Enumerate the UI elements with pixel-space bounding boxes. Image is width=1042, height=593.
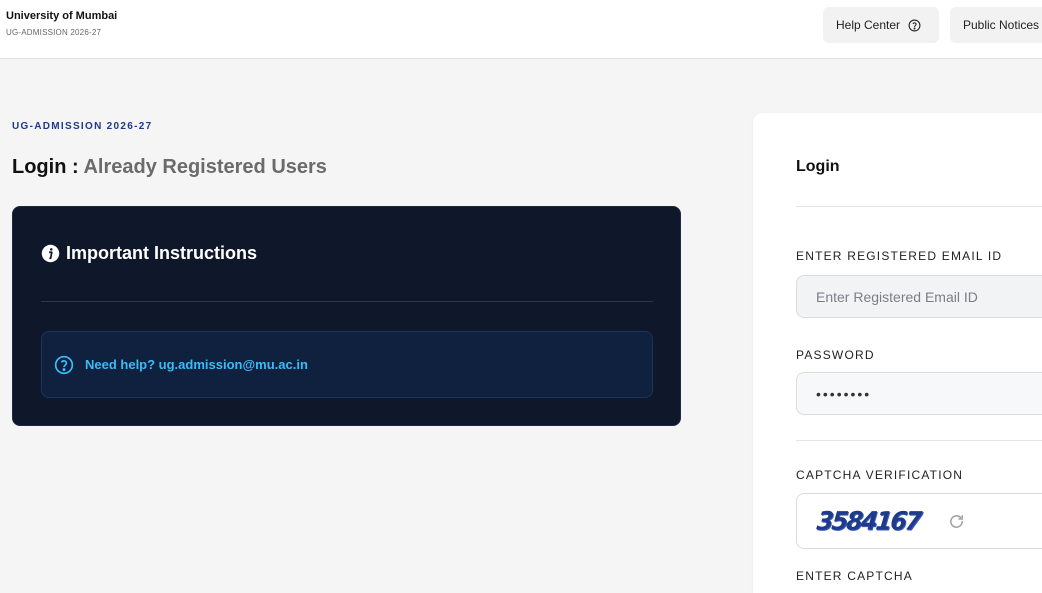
email-label: ENTER REGISTERED EMAIL ID [796,249,1003,263]
refresh-icon [949,514,963,528]
captcha-box: 3584167 [796,493,1042,549]
password-input[interactable] [796,372,1042,415]
login-divider-middle [796,440,1042,441]
captcha-refresh-button[interactable] [948,513,965,530]
question-circle-icon [908,19,921,31]
login-title: Login [796,158,840,175]
email-input[interactable] [796,275,1042,318]
info-icon [41,244,60,263]
instructions-heading-text: Important Instructions [66,243,258,263]
page-title: Login : Already Registered Users [12,156,327,179]
help-box: Need help? ug.admission@mu.ac.in [41,331,653,398]
captcha-image: 3584167 [815,506,922,536]
section-label: UG-ADMISSION 2026-27 [12,121,153,132]
public-notices-label: Public Notices [963,18,1040,32]
top-header: University of Mumbai UG-ADMISSION 2026-2… [0,0,1042,59]
captcha-label: CAPTCHA VERIFICATION [796,468,964,482]
help-email-link[interactable]: Need help? ug.admission@mu.ac.in [85,357,308,372]
public-notices-button[interactable]: Public Notices [950,7,1042,43]
brand-subtitle: UG-ADMISSION 2026-27 [6,28,102,37]
page-title-prefix: Login : [12,156,79,178]
help-center-button[interactable]: Help Center [823,7,939,43]
brand-title: University of Mumbai [6,10,118,22]
password-label: PASSWORD [796,348,875,362]
login-divider-top [796,206,1042,207]
instructions-divider [41,301,653,302]
instructions-heading: Important Instructions [41,243,257,264]
instructions-card: Important Instructions Need help? ug.adm… [12,206,681,426]
brand[interactable]: University of Mumbai UG-ADMISSION 2026-2… [6,9,117,37]
help-center-label: Help Center [836,18,901,32]
page-title-suffix: Already Registered Users [83,156,327,178]
question-circle-icon [54,355,74,374]
enter-captcha-label: ENTER CAPTCHA [796,569,913,583]
login-panel: Login ENTER REGISTERED EMAIL ID PASSWORD… [753,113,1042,593]
